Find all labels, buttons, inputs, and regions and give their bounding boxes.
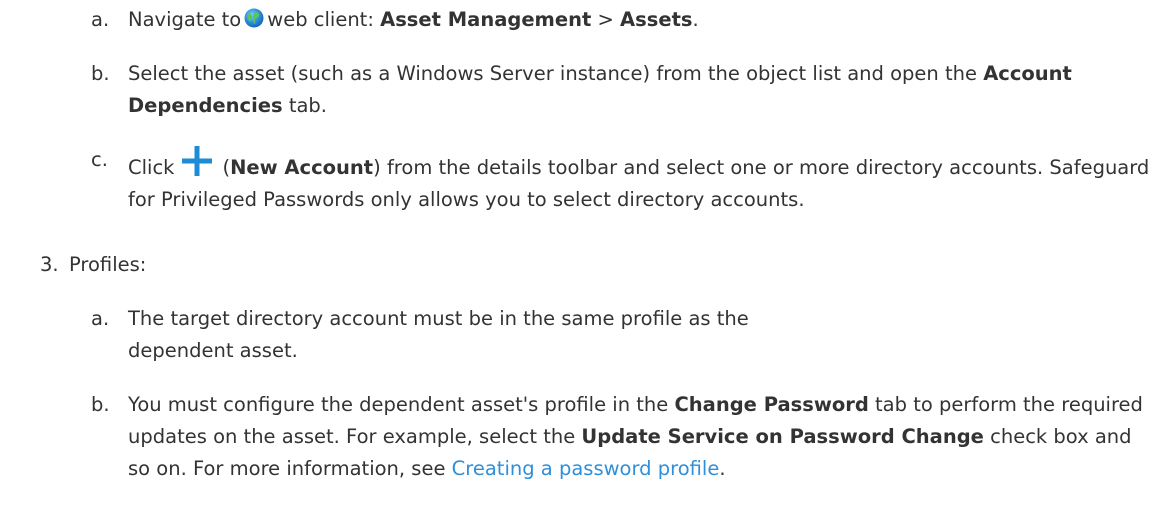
step-a-navigate: a. Navigate to web client: Asset Managem… xyxy=(91,4,1151,36)
step-text: Select the asset (such as a Windows Serv… xyxy=(128,62,1072,117)
step-marker: 3. xyxy=(40,253,59,276)
step-marker: a. xyxy=(91,8,110,31)
step-marker: a. xyxy=(91,307,110,330)
step-marker: c. xyxy=(91,148,108,171)
step-text: Click (New Account) from the details too… xyxy=(91,144,1151,216)
step-3-profiles: 3. Profiles: xyxy=(40,249,1140,281)
step-text: You must configure the dependent asset's… xyxy=(128,393,1143,480)
step-a-target-directory: a. The target directory account must be … xyxy=(91,303,1151,367)
step-b-configure-profile: b. You must configure the dependent asse… xyxy=(91,389,1151,485)
globe-icon xyxy=(244,8,264,28)
step-text: Navigate to web client: Asset Management… xyxy=(128,8,699,31)
plus-icon xyxy=(182,146,213,176)
step-b-select-asset: b. Select the asset (such as a Windows S… xyxy=(91,58,1151,122)
step-marker: b. xyxy=(91,62,110,85)
creating-password-profile-link[interactable]: Creating a password profile xyxy=(452,457,720,480)
step-text: The target directory account must be in … xyxy=(128,307,749,362)
step-c-click-new-account: c. Click (New Account) from the details … xyxy=(91,144,1151,216)
step-marker: b. xyxy=(91,393,110,416)
step-label: Profiles: xyxy=(69,253,147,276)
